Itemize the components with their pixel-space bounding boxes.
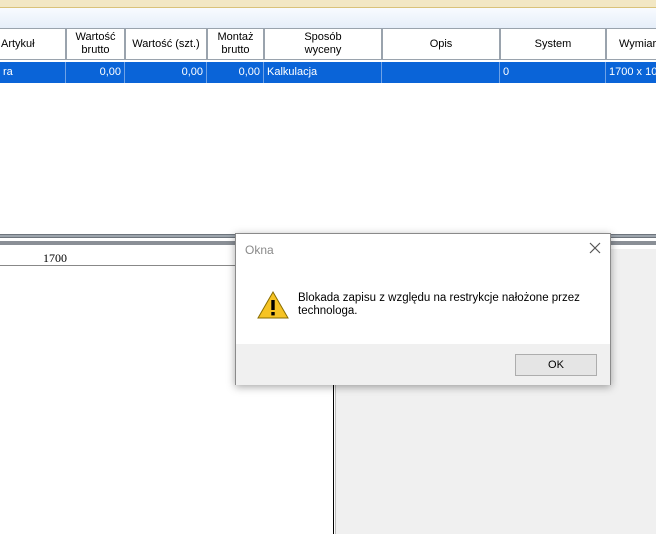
top-strip [0, 0, 656, 8]
cell-wartosc-szt: 0,00 [125, 62, 207, 83]
cell-sposob-wyceny: Kalkulacja [264, 62, 382, 83]
dialog-title: Okna [245, 243, 274, 257]
toolbar-band [0, 8, 656, 28]
header-montaz-brutto[interactable]: Montaż brutto [207, 28, 264, 60]
header-opis[interactable]: Opis [382, 28, 500, 60]
close-icon[interactable] [588, 241, 602, 255]
header-wymiar[interactable]: Wymiar [606, 28, 656, 60]
table-row[interactable]: ra 0,00 0,00 0,00 Kalkulacja 0 1700 x 10 [0, 62, 656, 83]
cell-opis [382, 62, 500, 83]
header-artykul[interactable]: Artykuł [0, 28, 66, 60]
message-dialog: Okna Blokada zapisu z względu na restryk… [235, 233, 611, 385]
cell-system: 0 [500, 62, 606, 83]
cell-artykul: ra [0, 62, 66, 83]
ruler-value: 1700 [43, 251, 67, 265]
cell-wartosc-brutto: 0,00 [66, 62, 125, 83]
cell-montaz-brutto: 0,00 [207, 62, 264, 83]
warning-icon [257, 290, 289, 319]
ok-button[interactable]: OK [515, 354, 597, 376]
dialog-footer: OK [236, 344, 610, 385]
header-wartosc-brutto[interactable]: Wartość brutto [66, 28, 125, 60]
header-sposob-wyceny[interactable]: Sposób wyceny [264, 28, 382, 60]
dialog-message: Blokada zapisu z względu na restrykcje n… [298, 292, 580, 317]
header-wartosc-szt[interactable]: Wartość (szt.) [125, 28, 207, 60]
cell-wymiar: 1700 x 10 [609, 66, 656, 78]
header-system[interactable]: System [500, 28, 606, 60]
